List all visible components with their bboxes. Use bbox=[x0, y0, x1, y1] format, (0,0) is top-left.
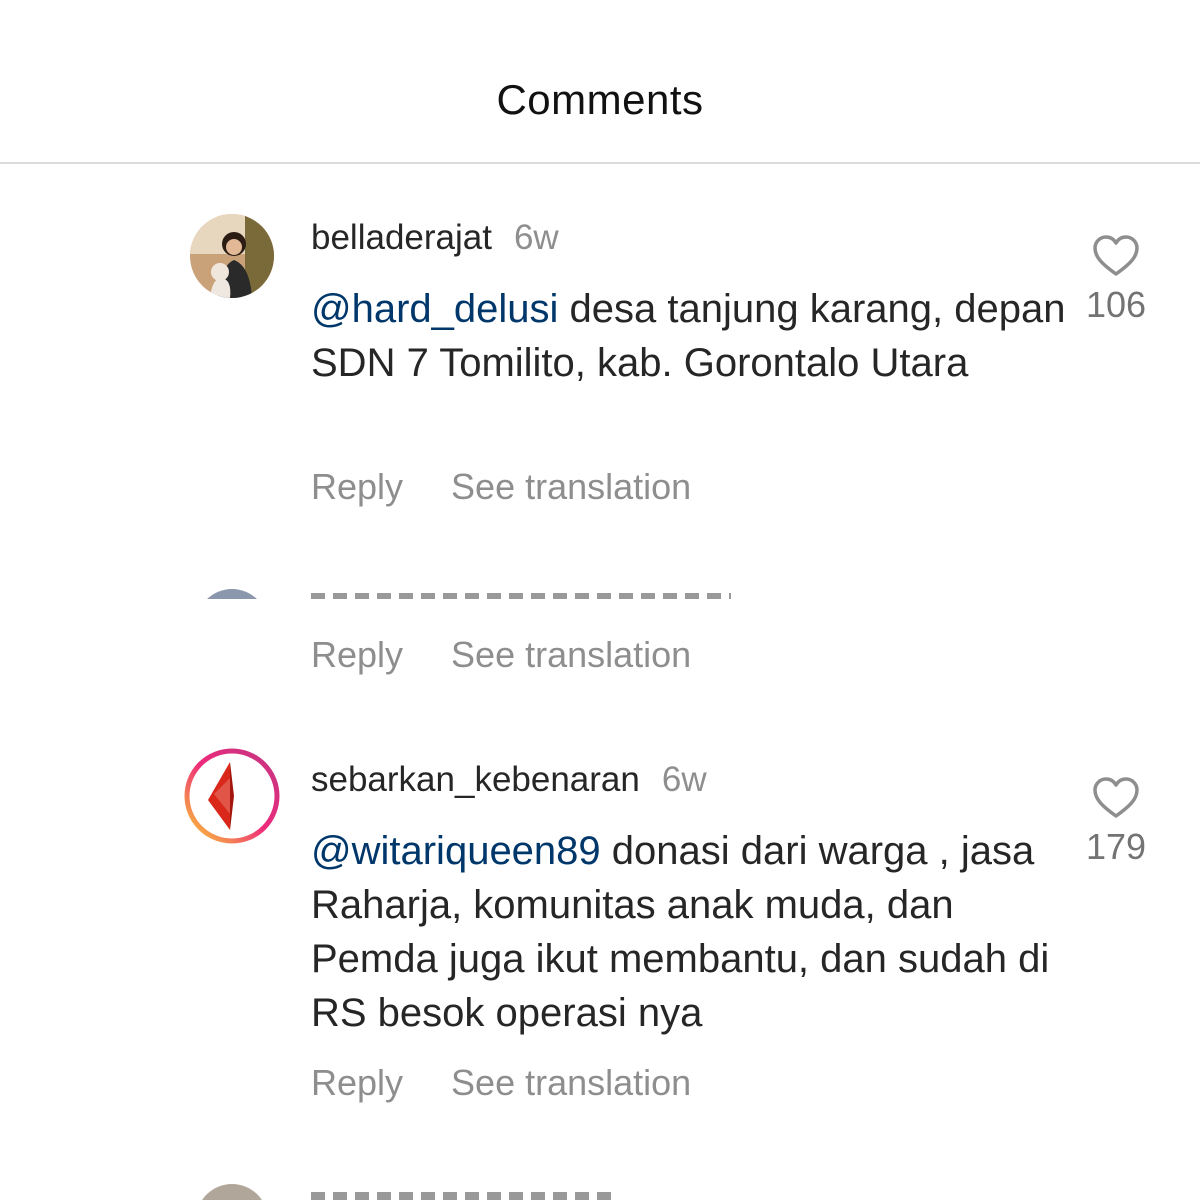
comment-actions: Reply See translation bbox=[311, 1062, 691, 1104]
timestamp: 6w bbox=[513, 218, 559, 257]
avatar[interactable] bbox=[190, 214, 274, 298]
username-fragment bbox=[311, 593, 731, 599]
comments-header: Comments bbox=[0, 0, 1200, 164]
mention-link[interactable]: @witariqueen89 bbox=[311, 829, 601, 873]
comment-actions: Reply See translation bbox=[311, 466, 691, 508]
username-fragment bbox=[311, 1192, 611, 1200]
see-translation-button[interactable]: See translation bbox=[451, 466, 691, 508]
avatar-story-ring[interactable] bbox=[184, 748, 280, 844]
like-column: 106 bbox=[1080, 234, 1152, 326]
avatar[interactable] bbox=[196, 1184, 268, 1200]
comment-actions: Reply See translation bbox=[311, 634, 691, 676]
mention-link[interactable]: @hard_delusi bbox=[311, 287, 558, 331]
reply-button[interactable]: Reply bbox=[311, 466, 403, 508]
clipped-next-comment bbox=[190, 1180, 690, 1200]
see-translation-button[interactable]: See translation bbox=[451, 1062, 691, 1104]
like-count: 106 bbox=[1085, 284, 1147, 325]
like-count: 179 bbox=[1085, 826, 1147, 867]
username[interactable]: belladerajat bbox=[311, 218, 492, 257]
comment-text: @witariqueen89 donasi dari warga , jasa … bbox=[311, 824, 1071, 1040]
timestamp: 6w bbox=[661, 760, 707, 799]
reply-button[interactable]: Reply bbox=[311, 1062, 403, 1104]
like-column: 179 bbox=[1080, 776, 1152, 868]
comment-header: sebarkan_kebenaran 6w bbox=[311, 760, 707, 800]
heart-outline-icon[interactable] bbox=[1080, 234, 1152, 278]
clipped-comment-header bbox=[190, 585, 790, 599]
username[interactable]: sebarkan_kebenaran bbox=[311, 760, 640, 799]
comment-text: @hard_delusi desa tanjung karang, depan … bbox=[311, 282, 1071, 390]
heart-outline-icon[interactable] bbox=[1080, 776, 1152, 820]
avatar[interactable] bbox=[196, 589, 268, 599]
see-translation-button[interactable]: See translation bbox=[451, 634, 691, 676]
reply-button[interactable]: Reply bbox=[311, 634, 403, 676]
comment-header: belladerajat 6w bbox=[311, 218, 559, 258]
page-title: Comments bbox=[496, 76, 704, 123]
